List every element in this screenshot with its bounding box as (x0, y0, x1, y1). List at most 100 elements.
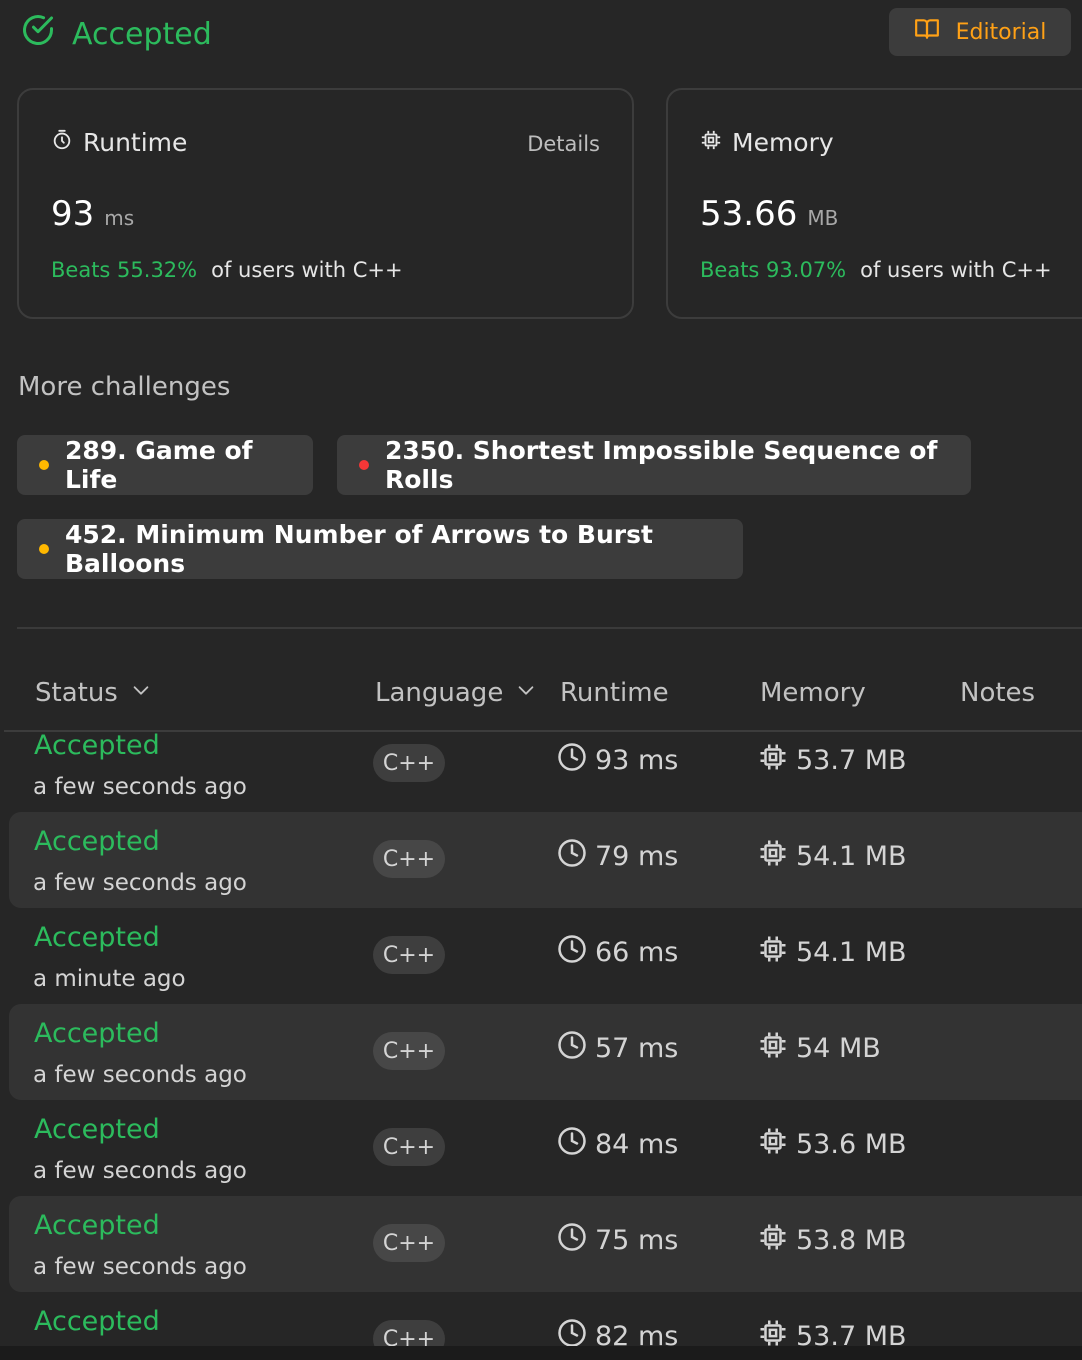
clock-icon (557, 838, 587, 875)
chip-icon (758, 742, 788, 779)
clock-icon (557, 934, 587, 971)
book-icon (914, 16, 940, 48)
notes-header: Notes (960, 678, 1036, 708)
language-header-label: Language (375, 678, 504, 708)
status-filter[interactable]: Status (35, 678, 152, 708)
accepted-status: Accepted (20, 12, 212, 56)
editorial-button[interactable]: Editorial (889, 8, 1071, 56)
submission-time: a few seconds ago (33, 870, 247, 896)
memory-text: 53.8 MB (796, 1225, 907, 1256)
challenge-chip[interactable]: 289. Game of Life (17, 435, 313, 495)
language-badge: C++ (373, 840, 445, 878)
submission-memory: 54 MB (758, 1030, 881, 1067)
more-challenges-heading: More challenges (18, 372, 231, 402)
submission-runtime: 57 ms (557, 1030, 678, 1067)
runtime-text: 66 ms (595, 937, 679, 968)
chip-icon (758, 1030, 788, 1067)
chevron-down-icon (515, 678, 537, 708)
memory-card: Memory 53.66 MB Beats 93.07% of users wi… (666, 88, 1082, 319)
submission-runtime: 66 ms (557, 934, 678, 971)
runtime-beats: Beats 55.32% of users with C++ (51, 258, 403, 282)
runtime-value: 93 ms (51, 194, 134, 234)
runtime-unit: ms (104, 206, 135, 230)
submission-status: Accepted (34, 730, 160, 761)
chip-icon (758, 1126, 788, 1163)
submission-time: a few seconds ago (33, 774, 247, 800)
challenge-chip[interactable]: 452. Minimum Number of Arrows to Burst B… (17, 519, 743, 579)
submission-row[interactable]: Accepted a few seconds ago C++ 93 ms 53.7 MB (9, 716, 1082, 812)
difficulty-dot (39, 544, 49, 554)
memory-text: 54.1 MB (796, 841, 907, 872)
memory-unit: MB (807, 206, 839, 230)
challenge-chip[interactable]: 2350. Shortest Impossible Sequence of Ro… (337, 435, 971, 495)
memory-value: 53.66 MB (700, 194, 838, 234)
submission-row[interactable]: Accepted a few seconds ago C++ 75 ms 53.8 MB (9, 1196, 1082, 1292)
result-header: Accepted Editorial (0, 0, 1082, 70)
chip-icon (758, 934, 788, 971)
submission-row[interactable]: Accepted a few seconds ago C++ 57 ms 54 MB (9, 1004, 1082, 1100)
runtime-card-header: Runtime (51, 128, 187, 157)
status-title: Accepted (72, 16, 212, 52)
submission-row[interactable]: Accepted a minute ago C++ 66 ms 54.1 MB (9, 908, 1082, 1004)
runtime-card-title: Runtime (83, 128, 188, 157)
submission-row[interactable]: Accepted a few seconds ago C++ 79 ms 54.1 MB (9, 812, 1082, 908)
submission-row[interactable]: Accepted a few seconds ago C++ 84 ms 53.6 MB (9, 1100, 1082, 1196)
submission-status: Accepted (34, 1018, 160, 1049)
difficulty-dot (39, 460, 49, 470)
submission-runtime: 93 ms (557, 742, 678, 779)
language-filter[interactable]: Language (375, 678, 537, 708)
memory-card-title: Memory (732, 128, 834, 157)
chip-icon (700, 128, 722, 157)
language-badge: C++ (373, 1128, 445, 1166)
runtime-beats-suffix: of users with C++ (211, 258, 403, 282)
submission-time: a few seconds ago (33, 1158, 247, 1184)
runtime-text: 57 ms (595, 1033, 679, 1064)
runtime-text: 79 ms (595, 841, 679, 872)
runtime-number: 93 (51, 194, 95, 234)
challenge-label: 452. Minimum Number of Arrows to Burst B… (65, 520, 653, 578)
clock-icon (557, 1126, 587, 1163)
memory-text: 54.1 MB (796, 937, 907, 968)
bottom-bar (0, 1346, 1082, 1360)
submission-runtime: 79 ms (557, 838, 678, 875)
memory-beats: Beats 93.07% of users with C++ (700, 258, 1052, 282)
runtime-text: 84 ms (595, 1129, 679, 1160)
language-badge: C++ (373, 1032, 445, 1070)
check-circle-icon (20, 12, 56, 56)
clock-icon (557, 742, 587, 779)
submission-time: a minute ago (33, 966, 186, 992)
stopwatch-icon (51, 128, 73, 157)
language-badge: C++ (373, 936, 445, 974)
submission-memory: 53.7 MB (758, 742, 907, 779)
language-badge: C++ (373, 1224, 445, 1262)
submission-status: Accepted (34, 1306, 160, 1337)
runtime-card: Runtime Details 93 ms Beats 55.32% of us… (17, 88, 634, 319)
submission-status: Accepted (34, 1114, 160, 1145)
memory-beats-percent: Beats 93.07% (700, 258, 847, 282)
chip-icon (758, 1222, 788, 1259)
memory-text: 54 MB (796, 1033, 881, 1064)
submission-time: a few seconds ago (33, 1062, 247, 1088)
runtime-text: 75 ms (595, 1225, 679, 1256)
clock-icon (557, 1222, 587, 1259)
runtime-text: 93 ms (595, 745, 679, 776)
challenge-label: 2350. Shortest Impossible Sequence of Ro… (385, 436, 938, 494)
runtime-beats-percent: Beats 55.32% (51, 258, 198, 282)
language-badge: C++ (373, 744, 445, 782)
runtime-header: Runtime (560, 678, 669, 708)
submission-memory: 54.1 MB (758, 838, 907, 875)
memory-text: 53.7 MB (796, 745, 907, 776)
challenge-label: 289. Game of Life (65, 436, 253, 494)
memory-card-header: Memory (700, 128, 834, 157)
submission-runtime: 84 ms (557, 1126, 678, 1163)
difficulty-dot (359, 460, 369, 470)
submission-status: Accepted (34, 1210, 160, 1241)
chip-icon (758, 838, 788, 875)
chevron-down-icon (130, 678, 152, 708)
submission-memory: 53.6 MB (758, 1126, 907, 1163)
memory-number: 53.66 (700, 194, 798, 234)
status-header-label: Status (35, 678, 118, 708)
details-link[interactable]: Details (527, 132, 600, 156)
section-divider (17, 627, 1082, 629)
submission-status: Accepted (34, 922, 160, 953)
